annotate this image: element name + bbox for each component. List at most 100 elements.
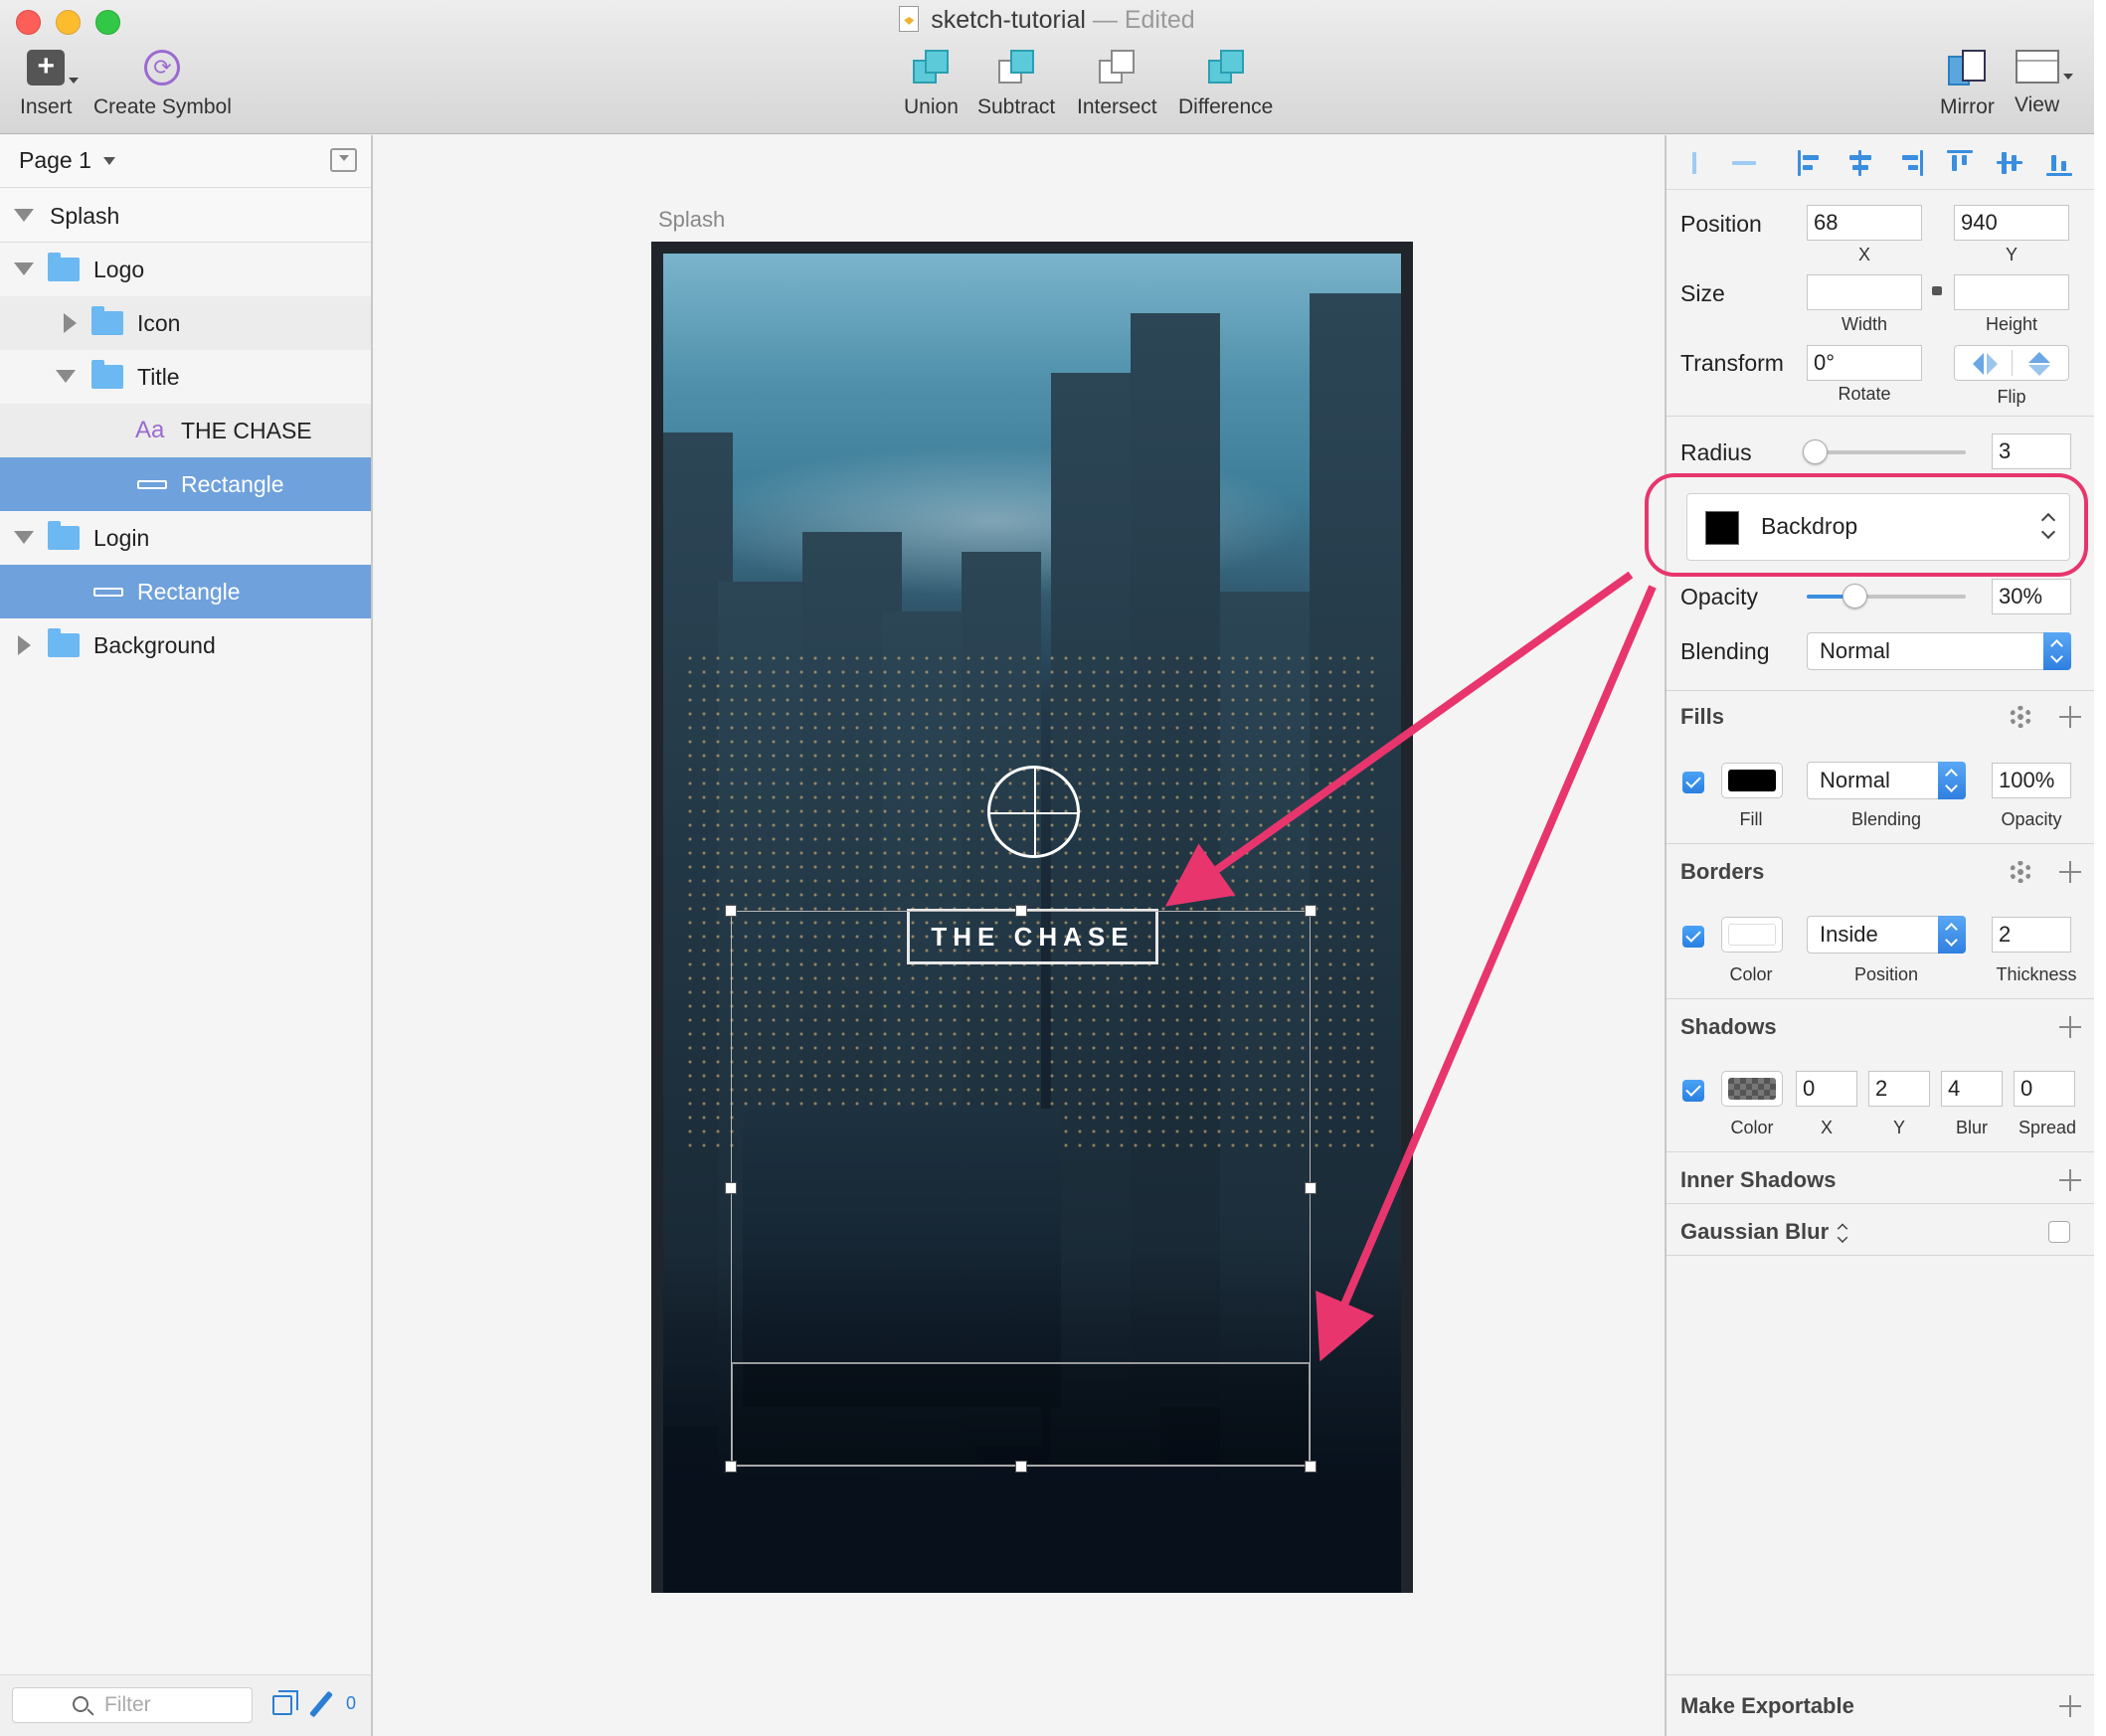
- resize-handle[interactable]: [725, 1461, 737, 1473]
- shadow-x-label: X: [1820, 1118, 1833, 1137]
- disclosure-closed-icon[interactable]: [18, 635, 31, 655]
- gaussian-blur-checkbox[interactable]: [2048, 1221, 2070, 1243]
- align-top-icon[interactable]: [1947, 150, 1973, 176]
- logo-crosshair-icon[interactable]: [987, 766, 1080, 858]
- disclosure-open-icon[interactable]: [14, 262, 34, 275]
- radius-label: Radius: [1680, 439, 1752, 465]
- gear-icon[interactable]: [2010, 861, 2031, 883]
- resize-handle[interactable]: [725, 1182, 737, 1194]
- filter-input[interactable]: Filter: [12, 1687, 253, 1723]
- subtract-button[interactable]: Subtract: [977, 50, 1055, 119]
- align-left-icon[interactable]: [1798, 150, 1824, 176]
- resize-handle[interactable]: [1305, 1182, 1316, 1194]
- duplicate-icon[interactable]: [272, 1690, 298, 1715]
- shadow-spread-field[interactable]: 0: [2014, 1071, 2075, 1107]
- insert-button[interactable]: + Insert: [20, 50, 80, 119]
- flip-horizontal-icon[interactable]: [1973, 353, 1984, 375]
- resize-handle[interactable]: [1305, 1461, 1316, 1473]
- align-bottom-icon[interactable]: [2046, 150, 2072, 176]
- distribute-horizontal-icon[interactable]: [1682, 150, 1708, 176]
- stepper-icon: [1938, 916, 1966, 954]
- shadow-blur-field[interactable]: 4: [1941, 1071, 2003, 1107]
- height-field[interactable]: [1954, 274, 2069, 310]
- slider-knob[interactable]: [1803, 439, 1828, 464]
- artboard-splash[interactable]: THE CHASE: [651, 242, 1413, 1593]
- resize-handle[interactable]: [1305, 905, 1316, 917]
- fill-color-well[interactable]: [1721, 763, 1783, 798]
- rotate-field[interactable]: 0°: [1807, 345, 1922, 381]
- layer-group-title[interactable]: Title: [0, 350, 371, 404]
- gear-icon[interactable]: [2010, 706, 2031, 728]
- canvas[interactable]: Splash THE CHASE: [375, 135, 1665, 1736]
- slider-knob[interactable]: [1843, 584, 1867, 608]
- radius-field[interactable]: 3: [1992, 434, 2071, 469]
- page-selector[interactable]: Page 1: [19, 147, 115, 174]
- opacity-slider[interactable]: [1807, 584, 1966, 608]
- layer-group-logo[interactable]: Logo: [0, 243, 371, 296]
- shadow-spread-label: Spread: [2018, 1118, 2077, 1137]
- flip-buttons[interactable]: [1954, 345, 2069, 381]
- lock-icon[interactable]: [1932, 286, 1942, 295]
- intersect-button[interactable]: Intersect: [1077, 50, 1157, 119]
- position-y-field[interactable]: 940: [1954, 205, 2069, 241]
- rectangle-icon: [137, 480, 167, 489]
- position-x-field[interactable]: 68: [1807, 205, 1922, 241]
- shadow-enabled-checkbox[interactable]: [1682, 1080, 1704, 1102]
- disclosure-closed-icon[interactable]: [64, 313, 77, 333]
- mirror-button[interactable]: Mirror: [1940, 50, 1995, 119]
- flip-vertical-icon[interactable]: [2028, 352, 2050, 363]
- opacity-field[interactable]: 30%: [1992, 579, 2071, 614]
- disclosure-open-icon[interactable]: [56, 370, 76, 383]
- border-enabled-checkbox[interactable]: [1682, 926, 1704, 948]
- shadow-color-well[interactable]: [1721, 1071, 1783, 1107]
- shadows-header: Shadows: [1680, 1014, 1777, 1039]
- align-center-horizontal-icon[interactable]: [1847, 150, 1873, 176]
- fill-blending-select[interactable]: Normal: [1807, 762, 1966, 799]
- disclosure-open-icon[interactable]: [14, 209, 34, 222]
- distribute-vertical-icon[interactable]: [1732, 150, 1758, 176]
- blending-select[interactable]: Normal: [1807, 632, 2071, 670]
- artboard-label[interactable]: Splash: [658, 207, 725, 233]
- fill-enabled-checkbox[interactable]: [1682, 772, 1704, 793]
- border-position-select[interactable]: Inside: [1807, 916, 1966, 954]
- resize-handle[interactable]: [1015, 1461, 1027, 1473]
- resize-handle[interactable]: [1015, 905, 1027, 917]
- align-right-icon[interactable]: [1897, 150, 1923, 176]
- disclosure-open-icon[interactable]: [14, 531, 34, 544]
- add-border-icon[interactable]: [2059, 861, 2081, 883]
- border-thickness-field[interactable]: 2: [1992, 917, 2071, 953]
- view-button[interactable]: View: [2015, 50, 2073, 117]
- add-shadow-icon[interactable]: [2059, 1016, 2081, 1038]
- layer-group-icon[interactable]: Icon: [0, 296, 371, 350]
- text-layer-icon: Aa: [135, 417, 165, 443]
- fill-opacity-field[interactable]: 100%: [1992, 763, 2071, 798]
- gaussian-blur-select[interactable]: Gaussian Blur: [1680, 1219, 1829, 1245]
- radius-slider[interactable]: [1803, 439, 1966, 464]
- shadow-y-field[interactable]: 2: [1868, 1071, 1930, 1107]
- layer-text-the-chase[interactable]: Aa THE CHASE: [0, 404, 371, 457]
- selection-bounding-box[interactable]: [725, 905, 1316, 1473]
- updown-chevron-icon[interactable]: [1838, 1225, 1848, 1243]
- layer-group-background[interactable]: Background: [0, 618, 371, 672]
- border-color-well[interactable]: [1721, 917, 1783, 953]
- layer-rectangle-login[interactable]: Rectangle: [0, 565, 371, 618]
- width-field[interactable]: [1807, 274, 1922, 310]
- create-symbol-button[interactable]: ⟳ Create Symbol: [93, 50, 232, 119]
- add-fill-icon[interactable]: [2059, 706, 2081, 728]
- collapse-pages-icon[interactable]: [330, 148, 357, 172]
- add-export-icon[interactable]: [2059, 1695, 2081, 1717]
- layer-group-login[interactable]: Login: [0, 511, 371, 565]
- annotation-highlight: [1645, 473, 2088, 577]
- shadow-x-field[interactable]: 0: [1796, 1071, 1857, 1107]
- layer-rectangle-title[interactable]: Rectangle: [0, 457, 371, 511]
- add-inner-shadow-icon[interactable]: [2059, 1169, 2081, 1191]
- resize-handle[interactable]: [725, 905, 737, 917]
- pen-icon[interactable]: [309, 1690, 333, 1718]
- union-button[interactable]: Union: [904, 50, 959, 119]
- layers-bottom-bar: Filter 0: [0, 1674, 371, 1736]
- difference-button[interactable]: Difference: [1178, 50, 1273, 119]
- view-icon: [2015, 50, 2073, 84]
- layer-artboard-splash[interactable]: Splash: [0, 189, 371, 243]
- y-label: Y: [2005, 245, 2018, 264]
- align-middle-vertical-icon[interactable]: [1997, 150, 2022, 176]
